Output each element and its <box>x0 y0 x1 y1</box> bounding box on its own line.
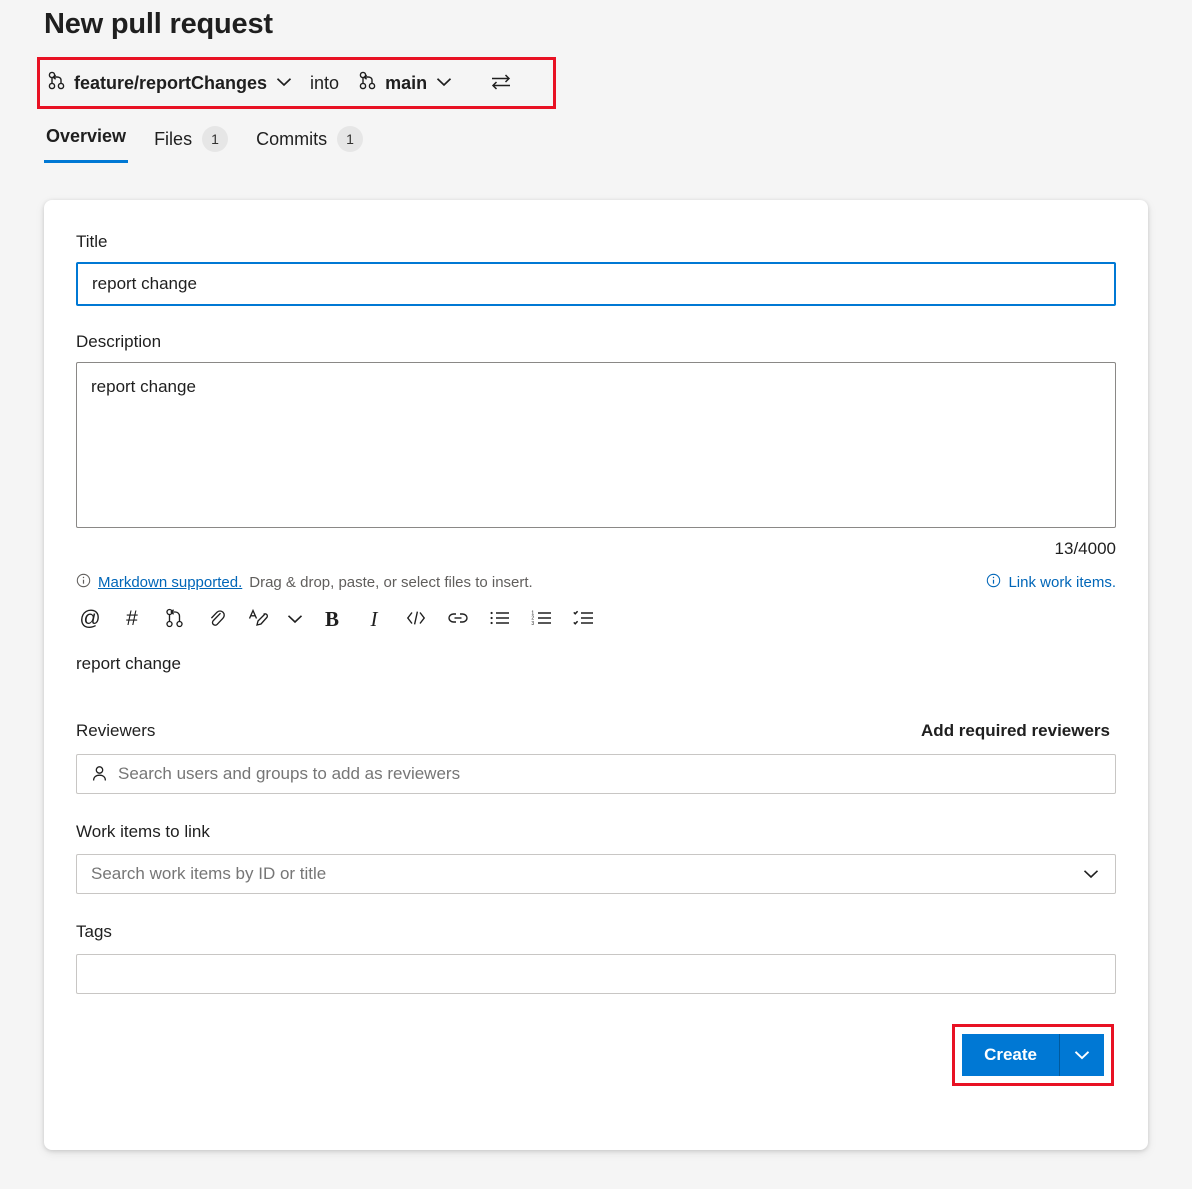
reviewers-label: Reviewers <box>76 721 155 741</box>
tab-overview[interactable]: Overview <box>44 126 128 163</box>
bold-button[interactable]: B <box>312 602 352 636</box>
create-options-button[interactable] <box>1060 1034 1104 1076</box>
description-preview-text: report change <box>76 654 1116 674</box>
reviewers-search-input[interactable] <box>118 764 1115 784</box>
pull-request-icon-button[interactable] <box>154 602 194 636</box>
markdown-supported-link[interactable]: Markdown supported. <box>98 574 242 591</box>
tab-files-label: Files <box>154 129 192 150</box>
chevron-down-icon <box>276 74 292 92</box>
tags-group: Tags <box>76 922 1116 994</box>
create-split-button[interactable]: Create <box>962 1034 1104 1076</box>
bullet-list-button[interactable] <box>480 602 520 636</box>
link-button[interactable] <box>438 602 478 636</box>
hashtag-icon-button[interactable]: # <box>112 602 152 636</box>
link-work-items-link[interactable]: Link work items. <box>1008 574 1116 591</box>
create-button-highlight: Create <box>952 1024 1114 1086</box>
highlight-text-icon-button[interactable] <box>238 602 278 636</box>
person-icon <box>91 765 108 783</box>
link-icon <box>447 609 469 630</box>
new-pull-request-page: New pull request feature/reportChanges i… <box>0 0 1192 1189</box>
svg-text:3: 3 <box>531 620 534 626</box>
info-icon <box>986 573 1001 592</box>
create-button[interactable]: Create <box>962 1034 1059 1076</box>
chevron-down-icon <box>436 74 452 92</box>
code-button[interactable] <box>396 602 436 636</box>
work-items-group: Work items to link <box>76 822 1116 894</box>
attach-file-icon <box>207 608 226 631</box>
work-items-search-input[interactable] <box>77 864 1083 884</box>
tab-commits-count: 1 <box>337 126 363 152</box>
italic-button[interactable]: I <box>354 602 394 636</box>
character-counter: 13/4000 <box>76 539 1116 559</box>
git-branch-icon <box>359 71 376 95</box>
chevron-down-icon[interactable] <box>1083 869 1099 879</box>
pull-request-tabs: Overview Files 1 Commits 1 <box>44 126 365 168</box>
git-branch-icon <box>48 71 65 95</box>
description-label: Description <box>76 332 1116 352</box>
chevron-down-icon <box>287 612 303 627</box>
markdown-toolbar: @ # <box>70 602 1116 636</box>
bullet-list-icon <box>489 609 511 630</box>
add-required-reviewers-button[interactable]: Add required reviewers <box>915 720 1116 742</box>
swap-arrows-icon <box>490 71 512 96</box>
tab-commits[interactable]: Commits 1 <box>254 126 365 168</box>
reviewers-header-row: Reviewers Add required reviewers <box>76 720 1116 742</box>
pull-request-icon <box>165 608 184 631</box>
tab-files-count: 1 <box>202 126 228 152</box>
work-items-search-box[interactable] <box>76 854 1116 894</box>
description-group: Description 13/4000 <box>76 332 1116 559</box>
source-branch-name: feature/reportChanges <box>74 73 267 94</box>
title-input[interactable] <box>76 262 1116 306</box>
italic-icon: I <box>371 607 378 632</box>
into-label: into <box>310 73 339 94</box>
form-actions-row: Create <box>76 1024 1116 1086</box>
target-branch-name: main <box>385 73 427 94</box>
title-label: Title <box>76 232 1116 252</box>
work-items-label: Work items to link <box>76 822 1116 842</box>
tags-label: Tags <box>76 922 1116 942</box>
tab-commits-label: Commits <box>256 129 327 150</box>
attach-file-icon-button[interactable] <box>196 602 236 636</box>
tab-files[interactable]: Files 1 <box>152 126 230 168</box>
hashtag-icon: # <box>126 607 138 631</box>
swap-branches-button[interactable] <box>486 68 516 98</box>
description-input[interactable] <box>76 362 1116 528</box>
tab-overview-label: Overview <box>46 126 126 147</box>
page-title: New pull request <box>44 8 273 41</box>
reviewers-search-box[interactable] <box>76 754 1116 794</box>
tags-input-box[interactable] <box>76 954 1116 994</box>
info-icon <box>76 573 91 592</box>
target-branch-selector[interactable]: main <box>355 69 456 97</box>
task-list-button[interactable] <box>564 602 604 636</box>
mention-icon-button[interactable]: @ <box>70 602 110 636</box>
bold-icon: B <box>325 607 339 632</box>
source-branch-selector[interactable]: feature/reportChanges <box>44 69 296 97</box>
code-icon <box>405 609 427 630</box>
markdown-hint-text: Drag & drop, paste, or select files to i… <box>249 574 532 591</box>
numbered-list-button[interactable]: 1 2 3 <box>522 602 562 636</box>
more-formatting-button[interactable] <box>280 602 310 636</box>
numbered-list-icon: 1 2 3 <box>531 609 553 630</box>
branch-selector-bar: feature/reportChanges into main <box>44 60 516 106</box>
pull-request-form-card: Title Description 13/4000 Markdown suppo… <box>44 200 1148 1150</box>
task-list-icon <box>573 609 595 630</box>
mention-icon: @ <box>79 607 100 631</box>
tags-input[interactable] <box>77 964 1115 984</box>
chevron-down-icon <box>1074 1048 1090 1063</box>
highlight-text-icon <box>247 608 269 631</box>
description-helper-row: Markdown supported. Drag & drop, paste, … <box>76 573 1116 592</box>
